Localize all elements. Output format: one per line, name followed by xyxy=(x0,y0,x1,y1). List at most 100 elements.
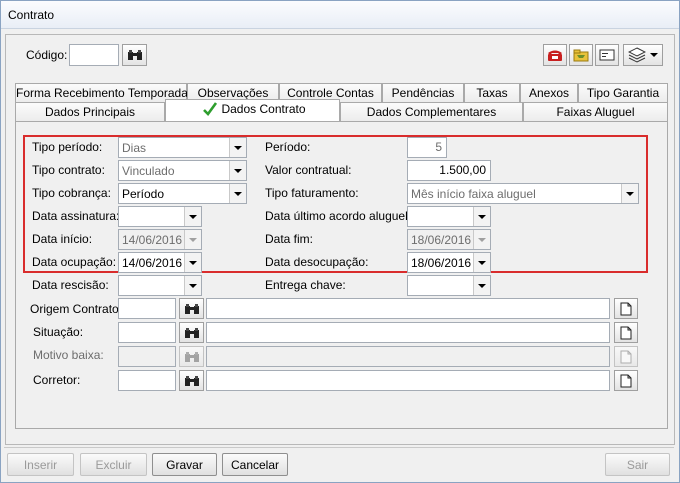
tipo-periodo-select[interactable]: Dias xyxy=(118,137,247,158)
origem-contrato-search-button[interactable] xyxy=(179,298,204,319)
checkmark-icon xyxy=(202,101,218,120)
motivo-baixa-code-input[interactable] xyxy=(118,346,176,367)
corretor-label: Corretor: xyxy=(33,373,81,387)
tipo-periodo-label: Tipo período: xyxy=(32,140,103,154)
tab-tipo-garantia[interactable]: Tipo Garantia xyxy=(578,83,668,102)
title-bar: Contrato xyxy=(1,1,679,29)
sair-button[interactable]: Sair xyxy=(605,453,670,476)
origem-contrato-new-button[interactable] xyxy=(614,298,638,319)
binoculars-icon xyxy=(127,50,142,60)
chevron-down-icon xyxy=(184,207,201,226)
motivo-baixa-new-button[interactable] xyxy=(614,346,638,367)
data-inicio-value: 14/06/2016 xyxy=(122,233,183,247)
tab-dados-complementares[interactable]: Dados Complementares xyxy=(340,102,523,121)
data-assinatura-picker[interactable] xyxy=(118,206,202,227)
document-icon xyxy=(620,350,632,363)
motivo-baixa-search-button[interactable] xyxy=(179,346,204,367)
chevron-down-icon xyxy=(473,207,490,226)
binoculars-icon xyxy=(184,351,199,362)
origem-contrato-desc-input[interactable] xyxy=(206,298,610,319)
situacao-search-button[interactable] xyxy=(179,322,204,343)
origem-contrato-code-input[interactable] xyxy=(118,298,176,319)
tipo-contrato-label: Tipo contrato: xyxy=(32,163,105,177)
data-assinatura-label: Data assinatura: xyxy=(32,209,120,223)
tab-dados-contrato[interactable]: Dados Contrato xyxy=(165,99,340,121)
situacao-new-button[interactable] xyxy=(614,322,638,343)
tab-anexos[interactable]: Anexos xyxy=(520,83,578,102)
data-rescisao-label: Data rescisão: xyxy=(32,278,109,292)
corretor-search-button[interactable] xyxy=(179,370,204,391)
data-fim-value: 18/06/2016 xyxy=(411,233,472,247)
tipo-contrato-select[interactable]: Vinculado xyxy=(118,160,247,181)
binoculars-icon xyxy=(184,303,199,314)
motivo-baixa-desc-input[interactable] xyxy=(206,346,610,367)
chevron-down-icon xyxy=(473,253,490,272)
tab-pendencias[interactable]: Pendências xyxy=(382,83,464,102)
tipo-periodo-value: Dias xyxy=(122,141,147,155)
card-icon xyxy=(599,49,615,61)
tipo-contrato-value: Vinculado xyxy=(122,164,175,178)
inserir-button[interactable]: Inserir xyxy=(7,453,74,476)
valor-contratual-label: Valor contratual: xyxy=(265,163,352,177)
document-icon xyxy=(620,374,632,387)
data-rescisao-picker[interactable] xyxy=(118,275,202,296)
data-inicio-picker[interactable]: 14/06/2016 xyxy=(118,229,202,250)
periodo-label: Período: xyxy=(265,140,311,154)
tipo-faturamento-label: Tipo faturamento: xyxy=(265,186,359,200)
data-desocupacao-picker[interactable]: 18/06/2016 xyxy=(407,252,491,273)
chevron-down-icon xyxy=(621,184,638,203)
data-fim-picker[interactable]: 18/06/2016 xyxy=(407,229,491,250)
data-ocupacao-label: Data ocupação: xyxy=(32,255,117,269)
layers-icon xyxy=(628,47,646,63)
separator xyxy=(4,447,674,448)
data-desocupacao-value: 18/06/2016 xyxy=(411,256,472,270)
situacao-desc-input[interactable] xyxy=(206,322,610,343)
code-label: Código: xyxy=(26,48,68,62)
tab-taxas[interactable]: Taxas xyxy=(464,83,520,102)
tipo-faturamento-value: Mês início faixa aluguel xyxy=(411,187,536,201)
chevron-down-icon xyxy=(229,138,246,157)
layers-menu-button[interactable] xyxy=(623,44,663,66)
phone-button[interactable] xyxy=(543,44,567,66)
corretor-code-input[interactable] xyxy=(118,370,176,391)
tipo-cobranca-value: Período xyxy=(122,187,165,201)
binoculars-icon xyxy=(184,375,199,386)
data-ocupacao-picker[interactable]: 14/06/2016 xyxy=(118,252,202,273)
tab-dados-contrato-label: Dados Contrato xyxy=(221,102,306,116)
code-input[interactable] xyxy=(69,44,119,66)
tipo-cobranca-select[interactable]: Período xyxy=(118,183,247,204)
corretor-new-button[interactable] xyxy=(614,370,638,391)
data-desocupacao-label: Data desocupação: xyxy=(265,255,369,269)
data-fim-label: Data fim: xyxy=(265,232,314,246)
binoculars-icon xyxy=(184,327,199,338)
cancelar-button[interactable]: Cancelar xyxy=(222,453,288,476)
tab-forma-recebimento-temporada[interactable]: Forma Recebimento Temporada xyxy=(15,83,188,102)
highlight-box xyxy=(23,135,648,273)
data-ultimo-acordo-label: Data último acordo aluguel: xyxy=(265,209,412,223)
entrega-chave-label: Entrega chave: xyxy=(265,278,346,292)
document-icon xyxy=(620,326,632,339)
situacao-code-input[interactable] xyxy=(118,322,176,343)
excluir-button[interactable]: Excluir xyxy=(80,453,147,476)
card-button[interactable] xyxy=(595,44,619,66)
folder-button[interactable] xyxy=(569,44,593,66)
tab-dados-principais[interactable]: Dados Principais xyxy=(15,102,165,121)
data-ocupacao-value: 14/06/2016 xyxy=(122,256,183,270)
tab-faixas-aluguel[interactable]: Faixas Aluguel xyxy=(523,102,668,121)
periodo-input[interactable]: 5 xyxy=(407,137,447,158)
folder-icon xyxy=(573,49,589,62)
chevron-down-icon xyxy=(473,276,490,295)
gravar-button[interactable]: Gravar xyxy=(152,453,217,476)
data-ultimo-acordo-picker[interactable] xyxy=(407,206,491,227)
code-search-button[interactable] xyxy=(122,44,147,66)
document-icon xyxy=(620,302,632,315)
phone-icon xyxy=(548,50,562,61)
valor-contratual-input[interactable]: 1.500,00 xyxy=(407,160,491,181)
chevron-down-icon xyxy=(229,161,246,180)
chevron-down-icon xyxy=(473,230,490,249)
tipo-faturamento-select[interactable]: Mês início faixa aluguel xyxy=(407,183,639,204)
motivo-baixa-label: Motivo baixa: xyxy=(33,348,104,362)
corretor-desc-input[interactable] xyxy=(206,370,610,391)
entrega-chave-select[interactable] xyxy=(407,275,491,296)
situacao-label: Situação: xyxy=(33,325,84,339)
